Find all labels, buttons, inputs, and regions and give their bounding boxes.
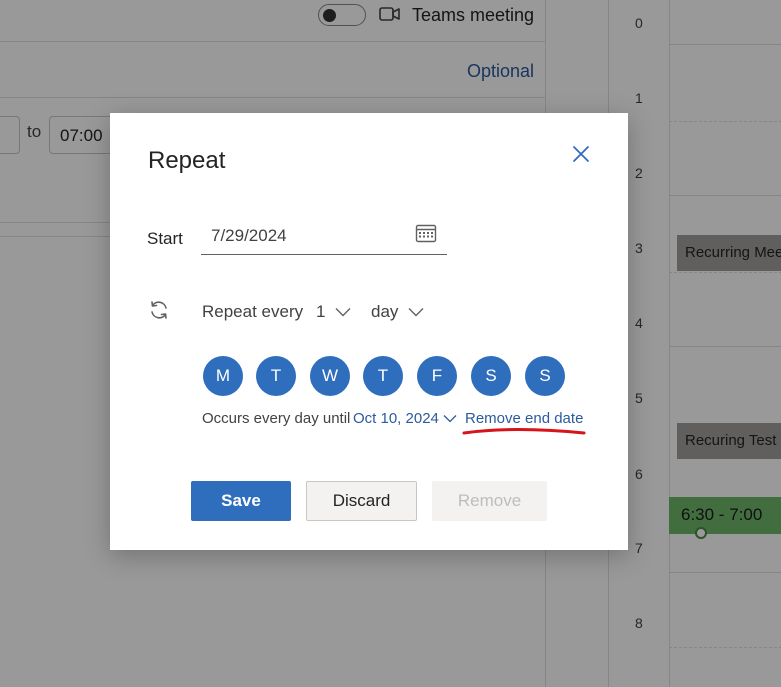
start-date-input[interactable]: 7/29/2024 [201,220,447,255]
repeat-every-label: Repeat every [202,302,304,321]
start-label: Start [147,229,183,248]
repeat-unit-dropdown[interactable]: day [371,302,398,322]
chevron-down-icon[interactable] [443,414,457,423]
day-toggle-thursday[interactable]: T [363,356,403,396]
calendar-icon[interactable] [415,223,437,243]
remove-button[interactable]: Remove [432,481,547,521]
chevron-down-icon[interactable] [408,307,424,317]
day-toggle-sunday[interactable]: S [525,356,565,396]
day-toggle-saturday[interactable]: S [471,356,511,396]
repeat-dialog: Repeat Start 7/29/2024 Repeat every 1 da… [110,113,628,550]
save-button[interactable]: Save [191,481,291,521]
end-date-picker[interactable]: Oct 10, 2024 [353,410,439,427]
day-toggle-monday[interactable]: M [203,356,243,396]
day-toggle-friday[interactable]: F [417,356,457,396]
discard-button[interactable]: Discard [306,481,417,521]
repeat-count-dropdown[interactable]: 1 [316,302,325,322]
close-icon[interactable] [570,143,592,165]
occurs-summary: Occurs every day until [202,410,351,427]
day-toggle-wednesday[interactable]: W [310,356,350,396]
chevron-down-icon[interactable] [335,307,351,317]
repeat-icon [151,301,167,319]
red-underline-annotation [462,428,586,435]
remove-end-date-link[interactable]: Remove end date [465,410,583,427]
dialog-title: Repeat [148,147,226,174]
day-toggle-tuesday[interactable]: T [256,356,296,396]
